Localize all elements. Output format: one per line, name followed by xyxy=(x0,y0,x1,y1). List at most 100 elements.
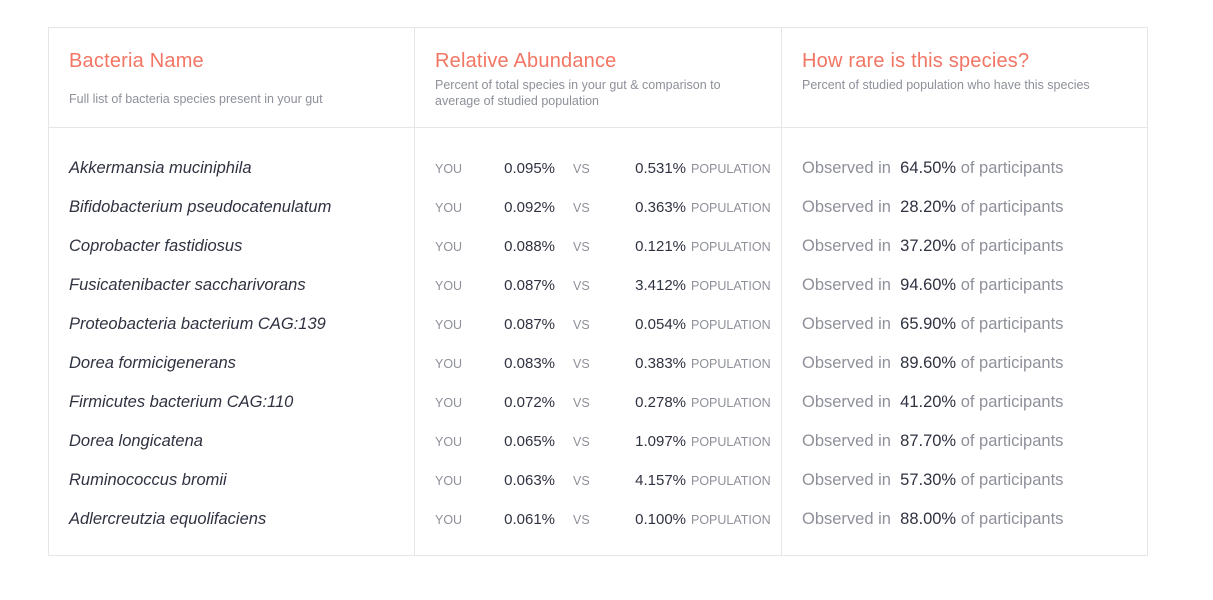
table-row: Adlercreutzia equolifaciens xyxy=(49,500,414,539)
observed-in-label: Observed in xyxy=(802,471,891,489)
table-row: Dorea longicatena xyxy=(49,422,414,461)
population-value: 0.363% xyxy=(635,199,686,216)
population-label: POPULATION xyxy=(691,395,771,410)
population-label: POPULATION xyxy=(691,161,771,176)
of-participants-label: of participants xyxy=(960,276,1064,294)
bacteria-name-header: Bacteria Name Full list of bacteria spec… xyxy=(49,28,414,128)
bacteria-name: Akkermansia muciniphila xyxy=(69,159,252,177)
of-participants-label: of participants xyxy=(960,237,1064,255)
you-value: 0.092% xyxy=(504,199,555,216)
column-subtitle: Percent of total species in your gut & c… xyxy=(435,78,721,108)
table-row: YOU 0.065% VS 1.097% POPULATION xyxy=(415,422,781,461)
observed-in-label: Observed in xyxy=(802,510,891,528)
vs-label: VS xyxy=(573,512,590,527)
you-value: 0.083% xyxy=(504,355,555,372)
population-value: 0.278% xyxy=(635,394,686,411)
table-row: Fusicatenibacter saccharivorans xyxy=(49,266,414,305)
relative-abundance-header: Relative Abundance Percent of total spec… xyxy=(415,28,781,128)
you-value: 0.065% xyxy=(504,433,555,450)
population-label: POPULATION xyxy=(691,200,771,215)
bacteria-name: Dorea formicigenerans xyxy=(69,354,236,372)
you-label: YOU xyxy=(435,317,463,332)
observed-percent: 94.60% xyxy=(900,276,957,294)
population-value: 0.054% xyxy=(635,316,686,333)
table-row: Observed in 89.60% of participants xyxy=(782,344,1147,383)
population-value: 0.100% xyxy=(635,511,686,528)
of-participants-label: of participants xyxy=(960,393,1064,411)
table-row: Ruminococcus bromii xyxy=(49,461,414,500)
observed-percent: 88.00% xyxy=(900,510,957,528)
population-label: POPULATION xyxy=(691,239,771,254)
you-value: 0.072% xyxy=(504,394,555,411)
vs-label: VS xyxy=(573,356,590,371)
table-row: Akkermansia muciniphila xyxy=(49,149,414,188)
population-label: POPULATION xyxy=(691,512,771,527)
observed-in-label: Observed in xyxy=(802,198,891,216)
of-participants-label: of participants xyxy=(960,315,1064,333)
population-label: POPULATION xyxy=(691,356,771,371)
relative-abundance-column: Relative Abundance Percent of total spec… xyxy=(415,28,782,555)
you-value: 0.061% xyxy=(504,511,555,528)
you-value: 0.087% xyxy=(504,316,555,333)
table-row: Proteobacteria bacterium CAG:139 xyxy=(49,305,414,344)
you-label: YOU xyxy=(435,278,463,293)
you-label: YOU xyxy=(435,161,463,176)
column-title: How rare is this species? xyxy=(802,50,1030,72)
observed-percent: 57.30% xyxy=(900,471,957,489)
you-label: YOU xyxy=(435,473,463,488)
table-row: Observed in 64.50% of participants xyxy=(782,149,1147,188)
table-row: Observed in 28.20% of participants xyxy=(782,188,1147,227)
population-value: 0.531% xyxy=(635,160,686,177)
of-participants-label: of participants xyxy=(960,198,1064,216)
vs-label: VS xyxy=(573,434,590,449)
population-value: 0.121% xyxy=(635,238,686,255)
table-row: Coprobacter fastidiosus xyxy=(49,227,414,266)
of-participants-label: of participants xyxy=(960,432,1064,450)
table-row: Observed in 41.20% of participants xyxy=(782,383,1147,422)
table-row: YOU 0.087% VS 0.054% POPULATION xyxy=(415,305,781,344)
table-row: Firmicutes bacterium CAG:110 xyxy=(49,383,414,422)
of-participants-label: of participants xyxy=(960,510,1064,528)
you-label: YOU xyxy=(435,200,463,215)
observed-percent: 65.90% xyxy=(900,315,957,333)
table-row: YOU 0.061% VS 0.100% POPULATION xyxy=(415,500,781,539)
table-row: Dorea formicigenerans xyxy=(49,344,414,383)
you-label: YOU xyxy=(435,434,463,449)
you-value: 0.088% xyxy=(504,238,555,255)
table-row: Bifidobacterium pseudocatenulatum xyxy=(49,188,414,227)
of-participants-label: of participants xyxy=(960,354,1064,372)
population-value: 3.412% xyxy=(635,277,686,294)
observed-percent: 87.70% xyxy=(900,432,957,450)
vs-label: VS xyxy=(573,161,590,176)
vs-label: VS xyxy=(573,200,590,215)
observed-in-label: Observed in xyxy=(802,315,891,333)
rarity-header: How rare is this species? Percent of stu… xyxy=(782,28,1147,128)
bacteria-name: Ruminococcus bromii xyxy=(69,471,227,489)
observed-in-label: Observed in xyxy=(802,276,891,294)
population-value: 1.097% xyxy=(635,433,686,450)
column-title: Relative Abundance xyxy=(435,50,617,72)
vs-label: VS xyxy=(573,317,590,332)
bacteria-name: Firmicutes bacterium CAG:110 xyxy=(69,393,294,411)
table-row: Observed in 88.00% of participants xyxy=(782,500,1147,539)
bacteria-name: Dorea longicatena xyxy=(69,432,203,450)
you-label: YOU xyxy=(435,239,463,254)
population-label: POPULATION xyxy=(691,473,771,488)
rarity-column: How rare is this species? Percent of stu… xyxy=(782,28,1147,555)
table-row: YOU 0.063% VS 4.157% POPULATION xyxy=(415,461,781,500)
column-subtitle: Percent of studied population who have t… xyxy=(802,78,1090,92)
table-row: Observed in 37.20% of participants xyxy=(782,227,1147,266)
column-title: Bacteria Name xyxy=(69,50,204,72)
bacteria-name: Coprobacter fastidiosus xyxy=(69,237,243,255)
observed-percent: 89.60% xyxy=(900,354,957,372)
bacteria-name: Proteobacteria bacterium CAG:139 xyxy=(69,315,326,333)
vs-label: VS xyxy=(573,278,590,293)
table-row: Observed in 65.90% of participants xyxy=(782,305,1147,344)
you-label: YOU xyxy=(435,356,463,371)
you-value: 0.063% xyxy=(504,472,555,489)
bacteria-name-column: Bacteria Name Full list of bacteria spec… xyxy=(49,28,415,555)
observed-percent: 64.50% xyxy=(900,159,957,177)
observed-in-label: Observed in xyxy=(802,237,891,255)
population-label: POPULATION xyxy=(691,278,771,293)
vs-label: VS xyxy=(573,473,590,488)
